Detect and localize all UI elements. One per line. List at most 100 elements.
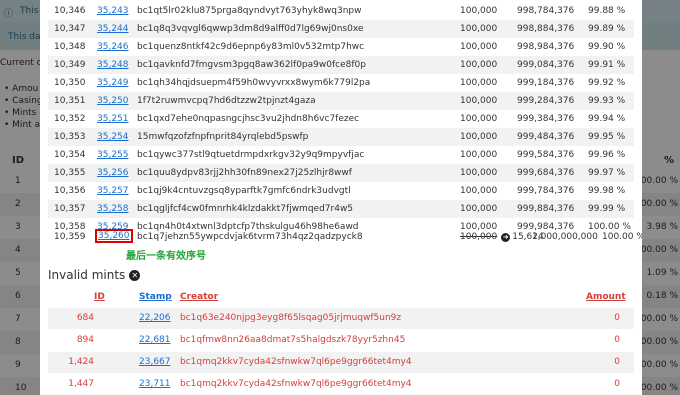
mint-row: 10,348 35,246 bc1quenz8ntkf42c9d6epnp6y8… xyxy=(48,38,634,56)
header-creator[interactable]: Creator xyxy=(180,292,218,302)
mint-id: 10,359 xyxy=(54,232,86,242)
stamp-link[interactable]: 23,667 xyxy=(139,357,171,367)
stamp-link[interactable]: 35,249 xyxy=(97,78,129,88)
invalid-table-header: ID Stamp Creator Amount xyxy=(48,290,634,306)
mint-amount: 100,000 xyxy=(460,204,498,214)
mint-percent: 99.90 % xyxy=(588,42,626,52)
mint-amount: 100,000 xyxy=(460,78,498,88)
mint-row: 10,357 35,258 bc1qgljfcf4cw0fmnrhk4klzda… xyxy=(48,200,634,218)
mint-id: 10,350 xyxy=(54,78,86,88)
invalid-id: 1,447 xyxy=(68,379,94,389)
mint-percent: 99.98 % xyxy=(588,186,626,196)
stamp-link[interactable]: 35,257 xyxy=(97,186,129,196)
mint-supply: 1,000,000,000 xyxy=(532,232,598,242)
mints-modal: 10,346 35,243 bc1qt5lr02klu875prga8qyndv… xyxy=(40,0,642,395)
creator-address: bc1quu8ydpv83rjj2hh30fn89nex27j25zlhjr8w… xyxy=(137,168,352,178)
stamp-link[interactable]: 35,251 xyxy=(97,114,129,124)
mint-row: 10,346 35,243 bc1qt5lr02klu875prga8qyndv… xyxy=(48,2,634,20)
mint-row: 10,352 35,251 bc1qxd7ehe0nqpasngcjhsc3vu… xyxy=(48,110,634,128)
mint-supply: 998,784,376 xyxy=(517,6,575,16)
stamp-link[interactable]: 35,255 xyxy=(97,150,129,160)
mint-percent: 99.91 % xyxy=(588,60,626,70)
mint-row-last: 10,359 35,260 bc1q7jehzn55ywpcdvjak6tvrm… xyxy=(48,227,642,247)
invalid-amount: 0 xyxy=(614,335,620,345)
stamp-link[interactable]: 35,250 xyxy=(97,96,129,106)
mint-row: 10,349 35,248 bc1qavknfd7fmgvsm3pgq8aw36… xyxy=(48,56,634,74)
creator-address: 1f7t2ruwmvcpq7hd6dtzzw2tpjnzt4gaza xyxy=(137,96,316,106)
creator-address: bc1qt5lr02klu875prga8qyndvyt763yhyk8wq3n… xyxy=(137,6,362,16)
mint-percent: 99.97 % xyxy=(588,168,626,178)
invalid-amount: 0 xyxy=(614,357,620,367)
mint-id: 10,353 xyxy=(54,132,86,142)
mint-supply: 998,984,376 xyxy=(517,42,575,52)
invalid-row: 684 22,206 bc1q63e240njpg3eyg8f65lsqag05… xyxy=(48,308,634,329)
mint-supply: 999,784,376 xyxy=(517,186,575,196)
mint-row: 10,350 35,249 bc1qh34hqjdsuepm4f59h0wvyv… xyxy=(48,74,634,92)
mint-id: 10,354 xyxy=(54,150,86,160)
mint-row: 10,355 35,256 bc1quu8ydpv83rjj2hh30fn89n… xyxy=(48,164,634,182)
stamp-link[interactable]: 22,681 xyxy=(139,335,171,345)
stamp-link[interactable]: 35,244 xyxy=(97,24,129,34)
mint-id: 10,351 xyxy=(54,96,86,106)
invalid-amount: 0 xyxy=(614,313,620,323)
creator-address: bc1qh34hqjdsuepm4f59h0wvyvrxx8wym6k779l2… xyxy=(137,78,371,88)
mint-amount-old: 100,000 xyxy=(460,232,498,242)
creator-address: bc1quenz8ntkf42c9d6epnp6y83ml0v532mtp7hw… xyxy=(137,42,365,52)
header-amount[interactable]: Amount xyxy=(586,292,626,302)
mint-percent: 99.99 % xyxy=(588,204,626,214)
stamp-link[interactable]: 35,256 xyxy=(97,168,129,178)
creator-address: bc1q63e240njpg3eyg8f65lsqag05jrjmuqwf5un… xyxy=(180,313,402,323)
stamp-link-highlighted[interactable]: 35,260 xyxy=(95,229,133,243)
mint-id: 10,346 xyxy=(54,6,86,16)
mint-percent: 99.88 % xyxy=(588,6,626,16)
header-id[interactable]: ID xyxy=(94,292,105,302)
mint-amount: 100,000 xyxy=(460,42,498,52)
stamp-link[interactable]: 35,258 xyxy=(97,204,129,214)
mint-amount: 100,000 xyxy=(460,114,498,124)
mint-amount: 100,000 xyxy=(460,24,498,34)
header-stamp[interactable]: Stamp xyxy=(139,292,172,302)
mint-percent: 100.00 % xyxy=(602,232,642,242)
invalid-row: 1,447 23,711 bc1qmq2kkv7cyda42sfnwkw7ql6… xyxy=(48,374,634,395)
invalid-mints-title-text: Invalid mints xyxy=(48,268,126,282)
stamp-link[interactable]: 23,711 xyxy=(139,379,171,389)
mint-supply: 999,884,376 xyxy=(517,204,575,214)
mint-percent: 99.93 % xyxy=(588,96,626,106)
mint-amount: 100,000 xyxy=(460,150,498,160)
mint-row: 10,356 35,257 bc1qj9k4cntuvzgsq8yparftk7… xyxy=(48,182,634,200)
mint-id: 10,347 xyxy=(54,24,86,34)
mint-amount: 100,000 xyxy=(460,96,498,106)
mint-percent: 99.89 % xyxy=(588,24,626,34)
stamp-link[interactable]: 35,248 xyxy=(97,60,129,70)
stamp-link[interactable]: 22,206 xyxy=(139,313,171,323)
mint-id: 10,356 xyxy=(54,186,86,196)
mint-row: 10,351 35,250 1f7t2ruwmvcpq7hd6dtzzw2tpj… xyxy=(48,92,634,110)
stamp-link[interactable]: 35,243 xyxy=(97,6,129,16)
creator-address: 15mwfqzofzfnpfnprit84yrqlebd5pswfp xyxy=(137,132,309,142)
mint-supply: 999,584,376 xyxy=(517,150,575,160)
mint-percent: 99.95 % xyxy=(588,132,626,142)
mint-supply: 999,084,376 xyxy=(517,60,575,70)
mint-amount: 100,000 xyxy=(460,168,498,178)
stamp-link[interactable]: 35,246 xyxy=(97,42,129,52)
annotation-label: 最后一条有效序号 xyxy=(126,251,206,262)
mint-amount: 100,000 xyxy=(460,186,498,196)
invalid-mints-title: Invalid mints ✕ xyxy=(48,268,141,282)
invalid-id: 894 xyxy=(76,335,94,345)
invalid-amount: 0 xyxy=(614,379,620,389)
mint-supply: 999,484,376 xyxy=(517,132,575,142)
mint-percent: 99.94 % xyxy=(588,114,626,124)
mint-supply: 999,384,376 xyxy=(517,114,575,124)
close-circle-icon[interactable]: ✕ xyxy=(129,270,141,281)
creator-address: bc1qmq2kkv7cyda42sfnwkw7ql6pe9ggr66tet4m… xyxy=(180,379,412,389)
stamp-link[interactable]: 35,254 xyxy=(97,132,129,142)
mint-id: 10,352 xyxy=(54,114,86,124)
creator-address: bc1qmq2kkv7cyda42sfnwkw7ql6pe9ggr66tet4m… xyxy=(180,357,412,367)
creator-address: bc1qavknfd7fmgvsm3pgq8aw362lf0pa9w0fce8f… xyxy=(137,60,366,70)
creator-address: bc1qfmw8nn26aa8dmat7s5halgdszk78yyr5zhn4… xyxy=(180,335,406,345)
mint-amount: 100,000 xyxy=(460,6,498,16)
mint-amount: 100,000 xyxy=(460,60,498,70)
mint-supply: 999,684,376 xyxy=(517,168,575,178)
invalid-id: 1,424 xyxy=(68,357,94,367)
mint-supply: 998,884,376 xyxy=(517,24,575,34)
